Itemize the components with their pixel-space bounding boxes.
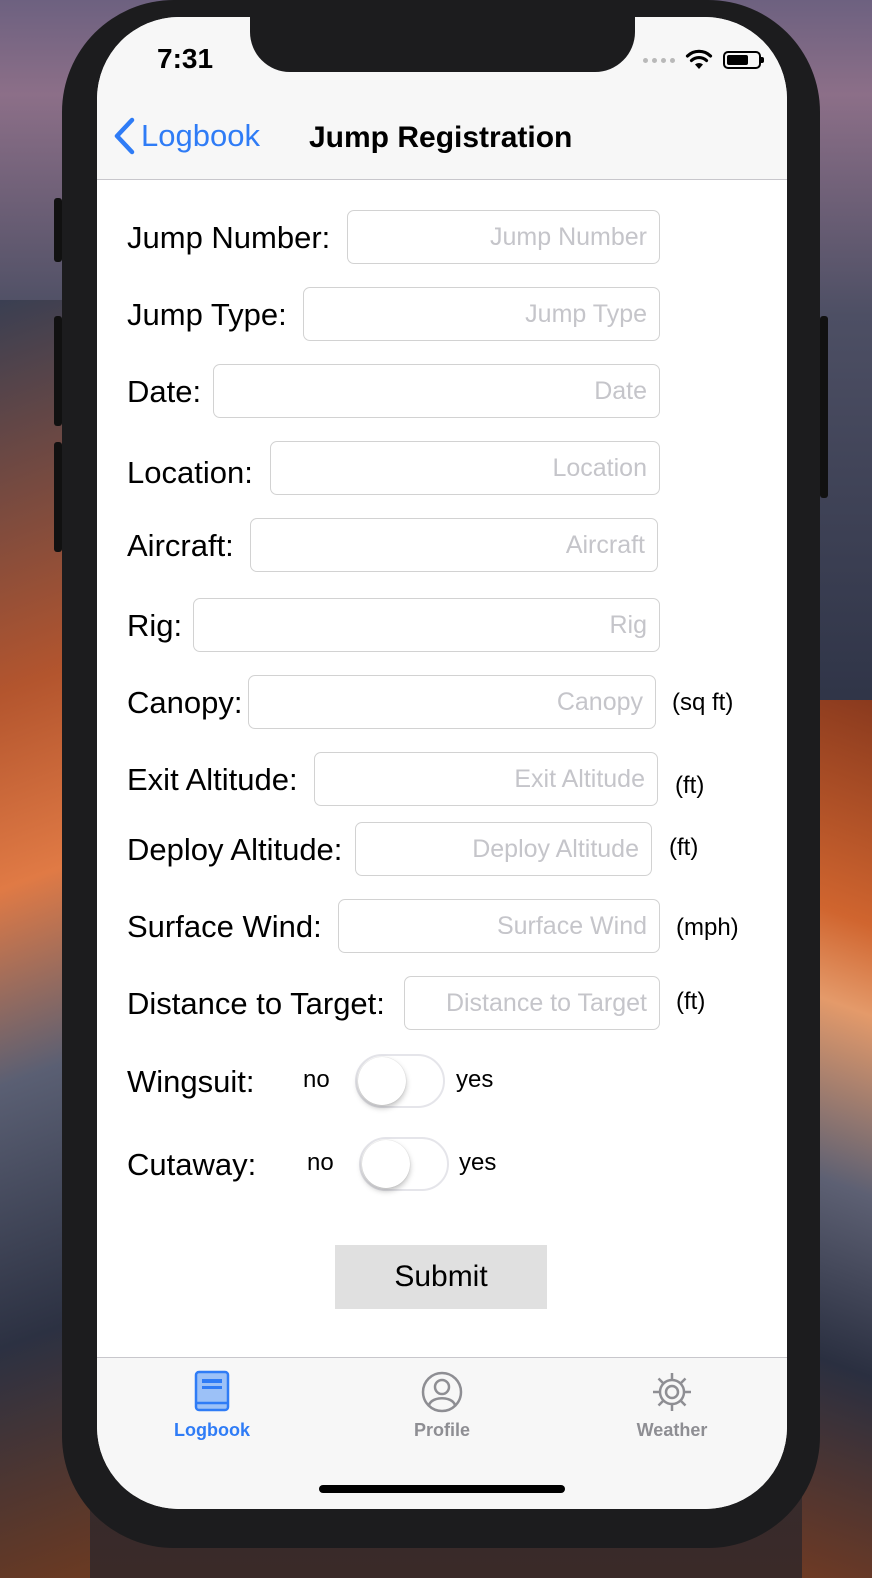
wingsuit-label: Wingsuit: — [127, 1064, 255, 1099]
cutaway-yes-label: yes — [459, 1149, 497, 1176]
distance-to-target-unit: (ft) — [676, 988, 706, 1015]
status-indicators — [643, 49, 764, 71]
exit-altitude-label: Exit Altitude: — [127, 762, 298, 797]
canopy-label: Canopy: — [127, 685, 243, 720]
distance-to-target-row: Distance to Target: (ft) — [97, 976, 787, 1032]
jump-type-row: Jump Type: — [97, 287, 787, 343]
location-row: Location: — [97, 441, 787, 497]
aircraft-row: Aircraft: — [97, 518, 787, 574]
distance-to-target-label: Distance to Target: — [127, 986, 385, 1021]
wifi-icon — [685, 49, 713, 69]
tab-logbook-label: Logbook — [174, 1420, 250, 1440]
toggle-knob — [362, 1140, 410, 1188]
deploy-altitude-unit: (ft) — [669, 834, 699, 861]
cutaway-label: Cutaway: — [127, 1147, 257, 1182]
notch — [250, 17, 635, 72]
tab-weather-label: Weather — [636, 1420, 708, 1440]
wingsuit-no-label: no — [303, 1066, 330, 1093]
surface-wind-row: Surface Wind: (mph) — [97, 899, 787, 955]
jump-type-label: Jump Type: — [127, 297, 287, 332]
canopy-row: Canopy: (sq ft) — [97, 675, 787, 731]
tab-profile-label: Profile — [413, 1420, 470, 1440]
rig-label: Rig: — [127, 608, 183, 643]
exit-altitude-input[interactable] — [314, 752, 658, 806]
date-row: Date: — [97, 364, 787, 420]
cellular-signal-icon — [643, 57, 675, 63]
canopy-unit: (sq ft) — [672, 689, 734, 716]
surface-wind-input[interactable] — [338, 899, 660, 953]
app-screen: Logbook Jump Registration 7:31 Jump Numb… — [97, 17, 787, 1509]
rig-row: Rig: — [97, 598, 787, 654]
location-label: Location: — [127, 455, 253, 490]
deploy-altitude-input[interactable] — [355, 822, 652, 876]
mute-switch — [54, 198, 62, 262]
toggle-knob — [358, 1057, 406, 1105]
back-button[interactable]: Logbook — [113, 117, 260, 155]
jump-number-input[interactable] — [347, 210, 660, 264]
chevron-left-icon — [114, 117, 135, 155]
location-input[interactable] — [270, 441, 660, 495]
book-icon — [194, 1370, 230, 1412]
cutaway-row: Cutaway: no yes — [97, 1137, 787, 1193]
cutaway-no-label: no — [307, 1149, 334, 1176]
page-title: Jump Registration — [309, 121, 573, 154]
aircraft-input[interactable] — [250, 518, 658, 572]
tab-weather[interactable]: Weather — [602, 1370, 742, 1441]
cutaway-toggle[interactable] — [359, 1137, 449, 1191]
canopy-input[interactable] — [248, 675, 656, 729]
volume-up-button — [54, 316, 62, 426]
wingsuit-row: Wingsuit: no yes — [97, 1054, 787, 1110]
wingsuit-toggle[interactable] — [355, 1054, 445, 1108]
date-input[interactable] — [213, 364, 660, 418]
rig-input[interactable] — [193, 598, 660, 652]
back-label: Logbook — [141, 118, 260, 153]
jump-number-label: Jump Number: — [127, 220, 331, 255]
profile-icon — [421, 1371, 463, 1413]
surface-wind-unit: (mph) — [676, 914, 739, 941]
date-label: Date: — [127, 374, 202, 409]
jump-type-input[interactable] — [303, 287, 660, 341]
surface-wind-label: Surface Wind: — [127, 909, 322, 944]
home-indicator[interactable] — [319, 1485, 565, 1493]
deploy-altitude-row: Deploy Altitude: (ft) — [97, 822, 787, 878]
gear-icon — [653, 1373, 691, 1411]
submit-button[interactable]: Submit — [335, 1245, 547, 1309]
exit-altitude-unit: (ft) — [675, 772, 705, 799]
tab-logbook[interactable]: Logbook — [142, 1370, 282, 1441]
status-time: 7:31 — [157, 43, 214, 74]
tab-profile[interactable]: Profile — [372, 1370, 512, 1441]
aircraft-label: Aircraft: — [127, 528, 234, 563]
deploy-altitude-label: Deploy Altitude: — [127, 832, 343, 867]
wingsuit-yes-label: yes — [456, 1066, 494, 1093]
jump-number-row: Jump Number: — [97, 210, 787, 266]
distance-to-target-input[interactable] — [404, 976, 660, 1030]
power-button — [820, 316, 828, 498]
battery-icon — [723, 51, 764, 69]
exit-altitude-row: Exit Altitude: (ft) — [97, 752, 787, 808]
volume-down-button — [54, 442, 62, 552]
